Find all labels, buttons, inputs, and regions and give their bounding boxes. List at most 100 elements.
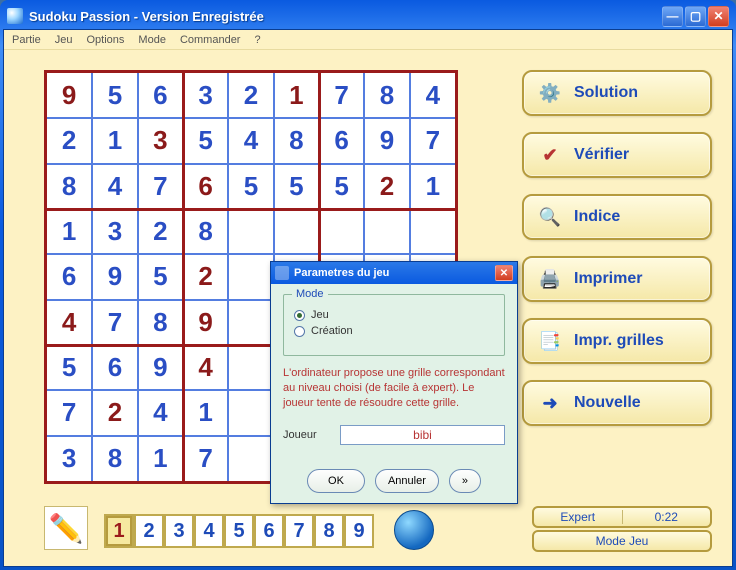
cell-2-7[interactable]: 2 <box>364 164 409 209</box>
menu-commander[interactable]: Commander <box>180 34 241 46</box>
cell-2-1[interactable]: 4 <box>92 164 137 209</box>
numsel-3[interactable]: 3 <box>164 514 194 548</box>
cell-1-0[interactable]: 2 <box>47 118 92 163</box>
cell-7-4[interactable] <box>228 390 273 435</box>
hint-button[interactable]: 🔍Indice <box>522 194 712 240</box>
cell-1-2[interactable]: 3 <box>138 118 183 163</box>
print-button[interactable]: 🖨️Imprimer <box>522 256 712 302</box>
cell-7-1[interactable]: 2 <box>92 390 137 435</box>
ok-button[interactable]: OK <box>307 469 365 493</box>
cell-2-0[interactable]: 8 <box>47 164 92 209</box>
cell-5-4[interactable] <box>228 300 273 345</box>
cell-3-7[interactable] <box>364 209 409 254</box>
arrow-icon: ➜ <box>538 391 562 415</box>
close-button[interactable]: ✕ <box>708 6 729 27</box>
cell-1-5[interactable]: 8 <box>274 118 319 163</box>
cell-4-4[interactable] <box>228 254 273 299</box>
cell-3-8[interactable] <box>410 209 455 254</box>
cell-2-4[interactable]: 5 <box>228 164 273 209</box>
cell-1-7[interactable]: 9 <box>364 118 409 163</box>
cell-1-4[interactable]: 4 <box>228 118 273 163</box>
cell-5-1[interactable]: 7 <box>92 300 137 345</box>
cell-2-6[interactable]: 5 <box>319 164 364 209</box>
cell-0-0[interactable]: 9 <box>47 73 92 118</box>
cell-3-2[interactable]: 2 <box>138 209 183 254</box>
numsel-4[interactable]: 4 <box>194 514 224 548</box>
solution-button[interactable]: ⚙️Solution <box>522 70 712 116</box>
cell-8-1[interactable]: 8 <box>92 436 137 481</box>
numsel-6[interactable]: 6 <box>254 514 284 548</box>
minimize-button[interactable]: — <box>662 6 683 27</box>
cell-5-0[interactable]: 4 <box>47 300 92 345</box>
cell-1-3[interactable]: 5 <box>183 118 228 163</box>
numsel-9[interactable]: 9 <box>344 514 374 548</box>
cell-5-3[interactable]: 9 <box>183 300 228 345</box>
cell-8-4[interactable] <box>228 436 273 481</box>
menu-partie[interactable]: Partie <box>12 34 41 46</box>
cell-5-2[interactable]: 8 <box>138 300 183 345</box>
cell-0-8[interactable]: 4 <box>410 73 455 118</box>
maximize-button[interactable]: ▢ <box>685 6 706 27</box>
cell-0-5[interactable]: 1 <box>274 73 319 118</box>
cell-0-7[interactable]: 8 <box>364 73 409 118</box>
player-input[interactable] <box>340 425 505 445</box>
verify-button[interactable]: ✔Vérifier <box>522 132 712 178</box>
numsel-1[interactable]: 1 <box>104 514 134 548</box>
numsel-8[interactable]: 8 <box>314 514 344 548</box>
cell-6-3[interactable]: 4 <box>183 345 228 390</box>
cell-8-3[interactable]: 7 <box>183 436 228 481</box>
radio-jeu[interactable]: Jeu <box>294 309 494 321</box>
cell-6-0[interactable]: 5 <box>47 345 92 390</box>
cell-8-0[interactable]: 3 <box>47 436 92 481</box>
print-grids-button[interactable]: 📑Impr. grilles <box>522 318 712 364</box>
cell-8-2[interactable]: 1 <box>138 436 183 481</box>
radio-creation[interactable]: Création <box>294 325 494 337</box>
cell-1-8[interactable]: 7 <box>410 118 455 163</box>
cell-4-3[interactable]: 2 <box>183 254 228 299</box>
cell-1-6[interactable]: 6 <box>319 118 364 163</box>
cell-0-4[interactable]: 2 <box>228 73 273 118</box>
cell-6-1[interactable]: 6 <box>92 345 137 390</box>
cell-3-1[interactable]: 3 <box>92 209 137 254</box>
cell-0-3[interactable]: 3 <box>183 73 228 118</box>
new-button[interactable]: ➜Nouvelle <box>522 380 712 426</box>
cell-0-1[interactable]: 5 <box>92 73 137 118</box>
status-mode: Mode Jeu <box>532 530 712 552</box>
cell-3-6[interactable] <box>319 209 364 254</box>
menu-options[interactable]: Options <box>87 34 125 46</box>
cancel-button[interactable]: Annuler <box>375 469 439 493</box>
menu-jeu[interactable]: Jeu <box>55 34 73 46</box>
cell-0-6[interactable]: 7 <box>319 73 364 118</box>
numsel-7[interactable]: 7 <box>284 514 314 548</box>
cell-2-3[interactable]: 6 <box>183 164 228 209</box>
dialog-title: Parametres du jeu <box>294 267 495 279</box>
cell-7-0[interactable]: 7 <box>47 390 92 435</box>
cell-3-4[interactable] <box>228 209 273 254</box>
numsel-2[interactable]: 2 <box>134 514 164 548</box>
cell-2-2[interactable]: 7 <box>138 164 183 209</box>
cell-3-5[interactable] <box>274 209 319 254</box>
cell-7-3[interactable]: 1 <box>183 390 228 435</box>
cell-4-0[interactable]: 6 <box>47 254 92 299</box>
cell-7-2[interactable]: 4 <box>138 390 183 435</box>
cell-4-2[interactable]: 5 <box>138 254 183 299</box>
cell-1-1[interactable]: 1 <box>92 118 137 163</box>
verify-label: Vérifier <box>574 146 629 164</box>
menubar: Partie Jeu Options Mode Commander ? <box>4 30 732 50</box>
cell-3-3[interactable]: 8 <box>183 209 228 254</box>
dialog-close-button[interactable]: ✕ <box>495 265 513 281</box>
cell-6-4[interactable] <box>228 345 273 390</box>
numsel-5[interactable]: 5 <box>224 514 254 548</box>
cell-6-2[interactable]: 9 <box>138 345 183 390</box>
more-button[interactable]: » <box>449 469 481 493</box>
cell-0-2[interactable]: 6 <box>138 73 183 118</box>
menu-mode[interactable]: Mode <box>138 34 166 46</box>
cell-3-0[interactable]: 1 <box>47 209 92 254</box>
menu-help[interactable]: ? <box>254 34 260 46</box>
globe-button[interactable] <box>394 510 434 550</box>
cell-2-5[interactable]: 5 <box>274 164 319 209</box>
pencil-tool[interactable]: ✏️ <box>44 506 88 550</box>
mode-group-label: Mode <box>292 288 328 300</box>
cell-4-1[interactable]: 9 <box>92 254 137 299</box>
cell-2-8[interactable]: 1 <box>410 164 455 209</box>
